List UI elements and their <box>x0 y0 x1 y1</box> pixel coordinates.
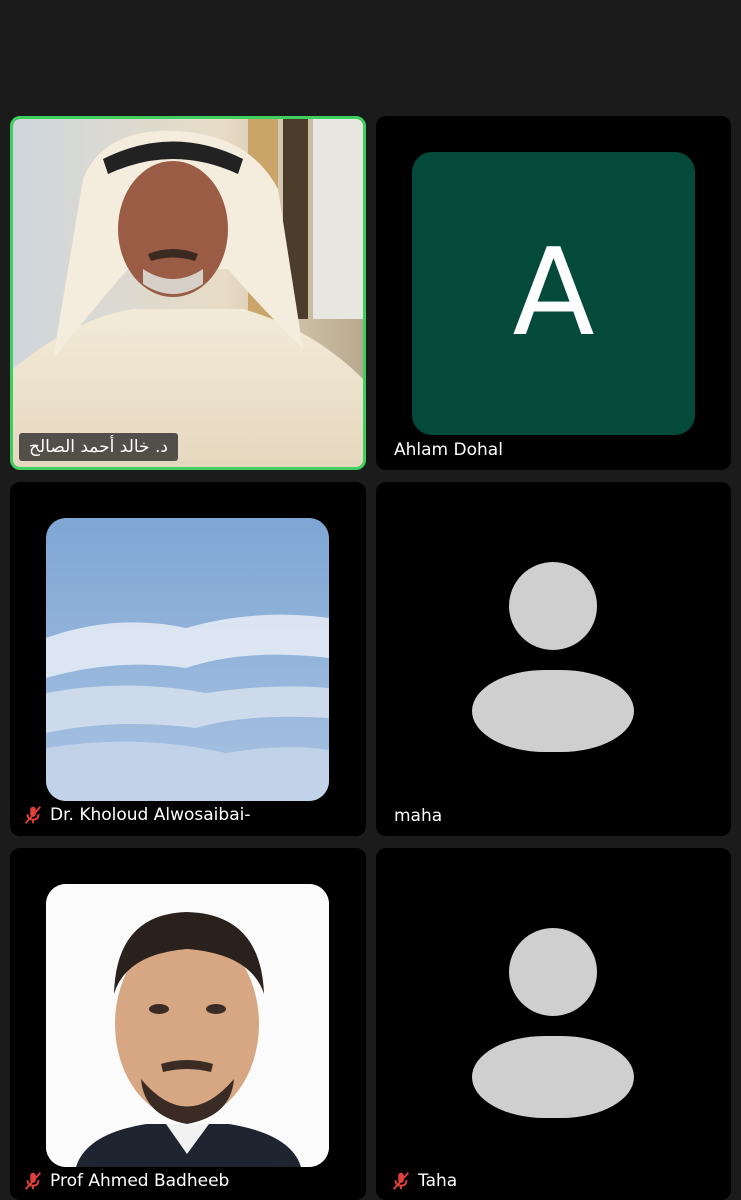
mic-muted-icon <box>392 1172 410 1190</box>
participant-name: Taha <box>418 1171 458 1191</box>
camera-feed-video <box>13 119 363 467</box>
letter-avatar: A <box>412 152 695 435</box>
mic-muted-icon <box>24 806 42 824</box>
participant-name-plate: د. خالد أحمد الصالح <box>19 433 178 461</box>
participant-name-plate: Dr. Kholoud Alwosaibai- <box>22 804 250 826</box>
participant-name: maha <box>394 806 443 826</box>
participant-name-plate: Ahlam Dohal <box>394 440 503 460</box>
participant-tile-ahlam[interactable]: A Ahlam Dohal <box>376 116 731 470</box>
participant-tile-taha[interactable]: Taha <box>376 848 731 1200</box>
participant-name: Ahlam Dohal <box>394 440 503 460</box>
participant-tile-ahmed[interactable]: Prof Ahmed Badheeb <box>10 848 366 1200</box>
avatar-initial: A <box>512 223 595 363</box>
participant-name: Dr. Kholoud Alwosaibai- <box>50 805 251 825</box>
participant-tile-kholoud[interactable]: Dr. Kholoud Alwosaibai- <box>10 482 366 836</box>
participant-name: Prof Ahmed Badheeb <box>50 1171 230 1191</box>
participant-name: د. خالد أحمد الصالح <box>29 437 168 457</box>
participant-name-plate: Taha <box>390 1170 457 1192</box>
participant-tile-maha[interactable]: maha <box>376 482 731 836</box>
profile-photo <box>46 884 329 1167</box>
mic-muted-icon <box>24 1172 42 1190</box>
participant-name-plate: Prof Ahmed Badheeb <box>22 1170 229 1192</box>
participant-name-plate: maha <box>394 806 442 826</box>
profile-photo <box>46 518 329 801</box>
participant-tile-khaled[interactable]: د. خالد أحمد الصالح <box>10 116 366 470</box>
